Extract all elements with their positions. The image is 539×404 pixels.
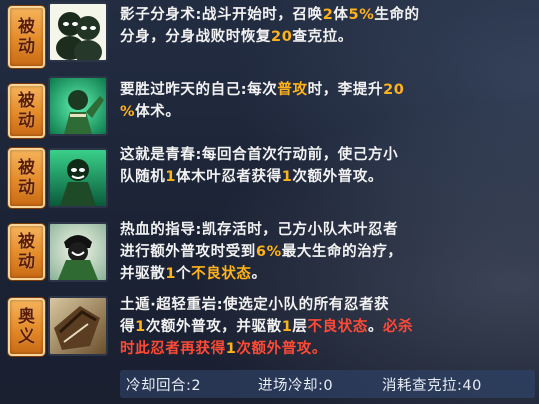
badge-char: 被	[18, 17, 35, 37]
badge-char: 动	[18, 111, 35, 131]
desc-text: 生命的	[374, 7, 420, 23]
desc-text: 层	[292, 319, 308, 335]
desc-text: 。	[251, 266, 267, 282]
desc-critical: 时此忍者再获得	[120, 341, 226, 357]
skill-description: 要胜过昨天的自己:每次普攻时，李提升20 %体术。	[120, 79, 532, 123]
ougi-badge: 奥 义	[8, 298, 45, 356]
desc-text: 。	[367, 319, 384, 335]
desc-number: 1	[281, 169, 293, 185]
desc-text: 最大生命的治疗，	[281, 244, 403, 260]
desc-text: 查克拉。	[292, 29, 353, 45]
desc-text: 体	[333, 7, 349, 23]
desc-keyword: 普攻	[277, 82, 308, 98]
skill-description: 土遁·超轻重岩:使选定小队的所有忍者获 得1次额外普攻，并驱散1层不良状态。必杀…	[120, 294, 532, 360]
desc-text: 热血的指导:凯存活时，己方小队木叶忍者	[120, 222, 399, 238]
badge-char: 被	[18, 91, 35, 111]
desc-number: 1	[165, 266, 177, 282]
badge-char: 被	[18, 232, 35, 252]
desc-text: 进行额外普攻时受到	[120, 244, 256, 260]
badge-char: 被	[18, 158, 35, 178]
passive-badge: 被 动	[8, 148, 45, 208]
desc-text: 体木叶忍者获得	[176, 169, 282, 185]
desc-text: 次额外普攻。	[292, 169, 384, 185]
chakra-cost-label: 消耗查克拉:40	[382, 378, 482, 394]
desc-critical: 必杀	[383, 319, 414, 335]
desc-text: 这就是青春:每回合首次行动前，使己方小	[120, 147, 399, 163]
shadow-clone-icon[interactable]	[48, 2, 108, 62]
desc-text: 队随机	[120, 169, 166, 185]
desc-text: 影子分身术:战斗开始时，召唤	[120, 7, 323, 23]
desc-number: 20	[271, 29, 293, 45]
desc-keyword: 不良状态	[307, 319, 368, 335]
desc-number: 6%	[255, 244, 282, 260]
desc-number: 1	[225, 341, 237, 357]
desc-keyword: 不良状态	[191, 266, 252, 282]
cooldown-label: 冷却回合:2	[126, 378, 202, 394]
passive-badge: 被 动	[8, 6, 45, 68]
desc-text: 得	[120, 319, 136, 335]
badge-char: 动	[18, 37, 35, 57]
entry-cooldown-label: 进场冷却:0	[258, 378, 334, 394]
desc-number: %	[120, 104, 136, 120]
skill-description: 热血的指导:凯存活时，己方小队木叶忍者 进行额外普攻时受到6%最大生命的治疗， …	[120, 219, 532, 285]
badge-char: 奥	[18, 307, 35, 327]
skill-description: 这就是青春:每回合首次行动前，使己方小 队随机1体木叶忍者获得1次额外普攻。	[120, 144, 532, 188]
badge-char: 动	[18, 178, 35, 198]
desc-number: 20	[383, 82, 405, 98]
passive-badge: 被 动	[8, 224, 45, 280]
desc-number: 1	[135, 319, 146, 335]
youth-icon[interactable]	[48, 148, 108, 208]
desc-text: 分身，分身战败时恢复	[120, 29, 271, 45]
desc-text: 次额外普攻，并驱散	[145, 319, 282, 335]
surpass-self-icon[interactable]	[48, 76, 108, 136]
desc-text: 个	[176, 266, 192, 282]
desc-number: 1	[281, 319, 293, 335]
badge-char: 动	[18, 252, 35, 272]
skill-description: 影子分身术:战斗开始时，召唤2体5%生命的 分身，分身战败时恢复20查克拉。	[120, 4, 532, 48]
passive-badge: 被 动	[8, 84, 45, 138]
skill-stats-bar: 冷却回合:2 进场冷却:0 消耗查克拉:40	[120, 370, 535, 398]
desc-text: 时，李提升	[307, 82, 384, 98]
desc-text: 体术。	[135, 104, 181, 120]
desc-text: 并驱散	[120, 266, 166, 282]
desc-number: 5%	[348, 7, 375, 23]
rock-boulder-icon[interactable]	[48, 296, 108, 356]
desc-critical: 次额外普攻。	[236, 341, 328, 357]
badge-char: 义	[18, 327, 35, 347]
desc-number: 2	[322, 7, 334, 23]
desc-text: 土遁·超轻重岩:使选定小队的所有忍者获	[120, 297, 390, 313]
guidance-icon[interactable]	[48, 222, 108, 282]
desc-text: 要胜过昨天的自己:每次	[120, 82, 278, 98]
desc-number: 1	[165, 169, 177, 185]
